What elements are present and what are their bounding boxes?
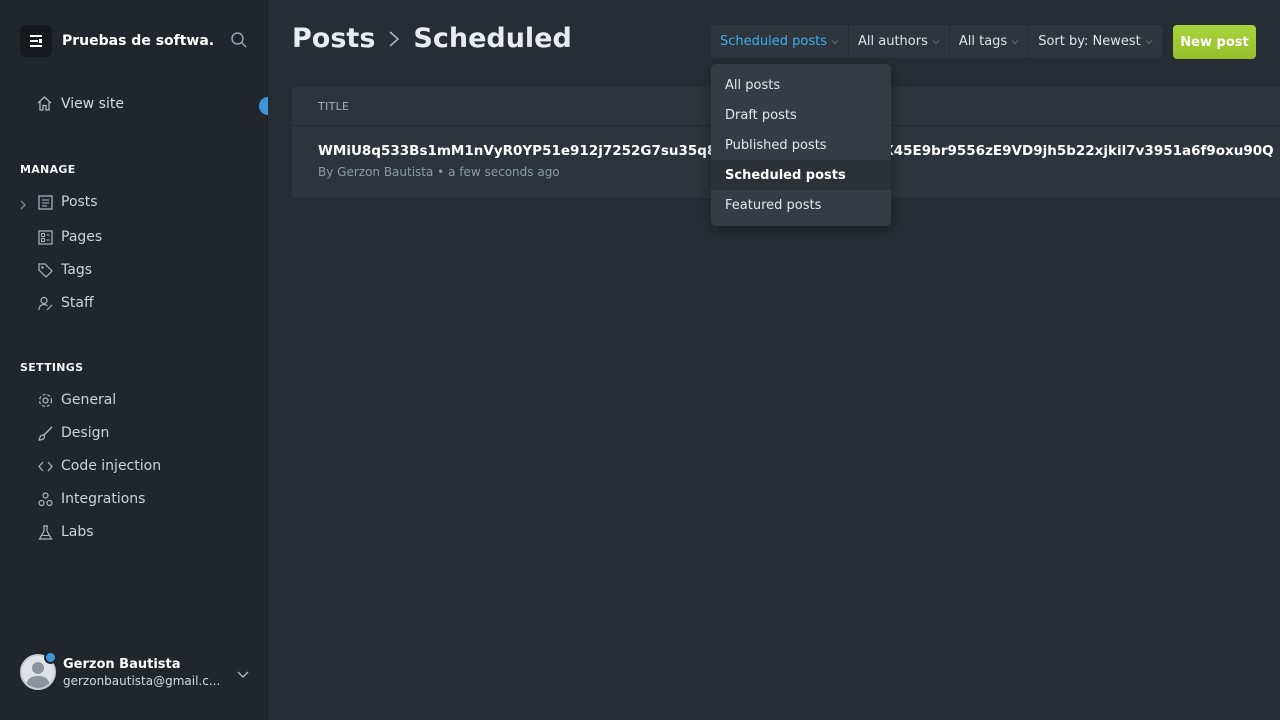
- sidebar-item-pages[interactable]: Pages: [36, 227, 102, 247]
- sidebar-item-integrations[interactable]: Integrations: [36, 489, 145, 509]
- sidebar: Pruebas de softwa... View site MANAGE Po…: [0, 0, 277, 720]
- sidebar-item-label: Tags: [61, 262, 92, 278]
- gear-icon: [36, 391, 54, 409]
- code-icon: [36, 457, 54, 475]
- caret-down-icon: [831, 39, 839, 45]
- integrations-icon: [36, 490, 54, 508]
- dropdown-option-all-posts[interactable]: All posts: [711, 70, 891, 100]
- user-email: gerzonbautista@gmail.c...: [63, 673, 221, 688]
- type-filter-label: Scheduled posts: [720, 34, 827, 49]
- author-filter-label: All authors: [857, 34, 928, 49]
- caret-down-icon: [1011, 39, 1019, 45]
- sidebar-item-label: Staff: [61, 295, 94, 311]
- home-icon: [36, 95, 53, 112]
- sidebar-item-general[interactable]: General: [36, 390, 116, 410]
- breadcrumb-posts[interactable]: Posts: [292, 23, 375, 54]
- dropdown-option-featured-posts[interactable]: Featured posts: [711, 190, 891, 220]
- sidebar-item-label: Integrations: [61, 491, 146, 507]
- site-logo-icon: [30, 35, 42, 47]
- post-filters: Scheduled posts All authors All tags Sor…: [711, 25, 1162, 58]
- breadcrumb: Posts Scheduled: [292, 23, 572, 54]
- manage-section-title: MANAGE: [20, 163, 76, 176]
- sidebar-item-posts[interactable]: Posts: [36, 192, 98, 212]
- page-title: Scheduled: [413, 23, 572, 54]
- post-title-start: WMiU8q533Bs1mM1nVyR0YP51e912j7252G7su35q…: [318, 143, 733, 159]
- sidebar-item-code-injection[interactable]: Code injection: [36, 456, 161, 476]
- pages-icon: [36, 228, 54, 246]
- view-site-link[interactable]: View site: [36, 95, 124, 112]
- settings-section-title: SETTINGS: [20, 361, 84, 374]
- dropdown-option-published-posts[interactable]: Published posts: [711, 130, 891, 160]
- tag-filter[interactable]: All tags: [950, 25, 1030, 58]
- chevron-down-icon[interactable]: [236, 664, 250, 683]
- dropdown-option-draft-posts[interactable]: Draft posts: [711, 100, 891, 130]
- tag-icon: [36, 261, 54, 279]
- sidebar-item-label: Labs: [61, 524, 94, 540]
- search-icon[interactable]: [230, 31, 248, 53]
- sidebar-item-label: Design: [61, 425, 110, 441]
- sidebar-item-staff[interactable]: Staff: [36, 293, 94, 313]
- posts-icon: [36, 193, 54, 211]
- flask-icon: [36, 523, 54, 541]
- sidebar-item-label: Pages: [61, 229, 103, 245]
- chevron-right-icon: [387, 29, 401, 49]
- type-filter-dropdown: All posts Draft posts Published posts Sc…: [711, 64, 891, 226]
- view-site-label: View site: [61, 95, 124, 112]
- dropdown-option-scheduled-posts[interactable]: Scheduled posts: [711, 160, 891, 190]
- user-name: Gerzon Bautista: [63, 656, 181, 672]
- site-header: Pruebas de softwa...: [20, 25, 250, 57]
- chevron-right-icon[interactable]: [19, 196, 27, 215]
- sidebar-item-labs[interactable]: Labs: [36, 522, 94, 542]
- brush-icon: [36, 424, 54, 442]
- user-status-dot: [44, 651, 57, 664]
- sidebar-item-label: General: [61, 392, 117, 408]
- post-title-end: x0X45E9br9556zE9VD9jh5b22xjkil7v3951a6f9…: [865, 143, 1274, 159]
- tag-filter-label: All tags: [958, 34, 1008, 49]
- author-filter[interactable]: All authors: [849, 25, 950, 58]
- sidebar-item-label: Posts: [61, 194, 98, 210]
- type-filter[interactable]: Scheduled posts: [711, 25, 849, 58]
- sort-filter-label: Sort by: Newest: [1038, 34, 1141, 49]
- sort-filter[interactable]: Sort by: Newest: [1029, 25, 1162, 58]
- new-post-button[interactable]: New post: [1173, 25, 1256, 59]
- site-logo[interactable]: [20, 25, 52, 57]
- site-title[interactable]: Pruebas de softwa...: [62, 33, 214, 49]
- sidebar-item-tags[interactable]: Tags: [36, 260, 92, 280]
- staff-icon: [36, 294, 54, 312]
- sidebar-item-design[interactable]: Design: [36, 423, 109, 443]
- sidebar-item-label: Code injection: [61, 458, 162, 474]
- caret-down-icon: [932, 39, 940, 45]
- caret-down-icon: [1145, 39, 1153, 45]
